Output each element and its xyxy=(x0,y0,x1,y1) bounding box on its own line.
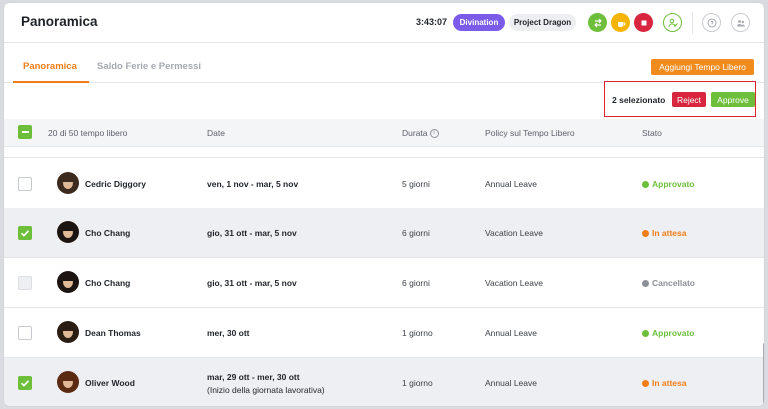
status-icon xyxy=(642,181,649,188)
avatar-hair xyxy=(60,222,76,231)
row-dates: gio, 31 ott - mar, 5 nov xyxy=(207,228,297,238)
employee-name[interactable]: Dean Thomas xyxy=(85,328,141,338)
row-policy: Vacation Leave xyxy=(485,228,543,238)
status-badge: Approvato xyxy=(642,179,695,189)
status-badge: In attesa xyxy=(642,378,687,388)
row-dates: ven, 1 nov - mar, 5 nov xyxy=(207,179,299,189)
avatar-hair xyxy=(60,272,76,281)
status-label: In attesa xyxy=(652,228,687,238)
project-pill[interactable]: Project Dragon xyxy=(509,14,576,31)
avatar xyxy=(57,221,79,243)
status-icon xyxy=(642,230,649,237)
employee-name[interactable]: Cho Chang xyxy=(85,278,130,288)
status-label: Approvato xyxy=(652,328,695,338)
bulk-action-bar: 2 selezionato Reject Approve xyxy=(604,81,756,117)
row-durata: 1 giorno xyxy=(402,328,433,338)
row-policy: Annual Leave xyxy=(485,179,537,189)
page-title: Panoramica xyxy=(21,14,98,29)
durata-header-label: Durata xyxy=(402,128,428,138)
row-policy: Annual Leave xyxy=(485,328,537,338)
add-time-off-button[interactable]: Aggiungi Tempo Libero xyxy=(651,59,754,75)
row-durata: 6 giorni xyxy=(402,228,430,238)
row-durata: 1 giorno xyxy=(402,378,433,388)
row-dates-note: (Inizio della giornata lavorativa) xyxy=(207,385,325,395)
avatar xyxy=(57,172,79,194)
employee-name[interactable]: Oliver Wood xyxy=(85,378,135,388)
avatar xyxy=(57,271,79,293)
status-badge: Approvato xyxy=(642,328,695,338)
avatar-hair xyxy=(60,173,76,182)
table-spacer xyxy=(4,148,764,158)
tab-panoramica[interactable]: Panoramica xyxy=(23,61,77,72)
date-header[interactable]: Date xyxy=(207,128,225,138)
row-checkbox[interactable] xyxy=(18,177,32,191)
status-badge: Cancellato xyxy=(642,278,695,288)
table-row[interactable]: Cho Chang gio, 31 ott - mar, 5 nov 6 gio… xyxy=(4,258,764,308)
help-icon[interactable] xyxy=(702,13,721,32)
row-dates: mer, 30 ott xyxy=(207,328,250,338)
status-icon xyxy=(642,280,649,287)
approve-button[interactable]: Approve xyxy=(711,92,755,107)
row-checkbox[interactable] xyxy=(18,376,32,390)
select-all-checkbox[interactable] xyxy=(18,125,32,139)
avatar-hair xyxy=(60,322,76,331)
selection-count: 2 selezionato xyxy=(612,95,666,105)
coffee-icon[interactable] xyxy=(611,13,630,32)
swap-icon[interactable] xyxy=(588,13,607,32)
employee-name[interactable]: Cedric Diggory xyxy=(85,179,146,189)
team-icon[interactable] xyxy=(731,13,750,32)
tab-saldo-ferie[interactable]: Saldo Ferie e Permessi xyxy=(97,61,201,72)
tab-bar: Panoramica Saldo Ferie e Permessi Aggiun… xyxy=(4,43,764,83)
row-durata: 5 giorni xyxy=(402,179,430,189)
status-label: Cancellato xyxy=(652,278,695,288)
employee-name[interactable]: Cho Chang xyxy=(85,228,130,238)
row-policy: Vacation Leave xyxy=(485,278,543,288)
activity-pill[interactable]: Divination xyxy=(453,14,505,31)
row-durata: 6 giorni xyxy=(402,278,430,288)
info-icon[interactable]: i xyxy=(429,129,439,139)
status-icon xyxy=(642,330,649,337)
status-label: Approvato xyxy=(652,179,695,189)
table-header: 20 di 50 tempo libero Date Durata i Polic… xyxy=(4,119,764,147)
user-check-icon[interactable] xyxy=(663,13,682,32)
status-badge: In attesa xyxy=(642,228,687,238)
app-window: Panoramica 3:43:07 Divination Project Dr… xyxy=(3,2,765,407)
table-row[interactable]: Cho Chang gio, 31 ott - mar, 5 nov 6 gio… xyxy=(4,208,764,258)
row-policy: Annual Leave xyxy=(485,378,537,388)
durata-header[interactable]: Durata i xyxy=(402,128,439,139)
policy-header[interactable]: Policy sul Tempo Libero xyxy=(485,128,575,138)
count-header: 20 di 50 tempo libero xyxy=(48,128,128,138)
status-label: In attesa xyxy=(652,378,687,388)
stop-icon[interactable] xyxy=(634,13,653,32)
row-checkbox[interactable] xyxy=(18,226,32,240)
avatar xyxy=(57,321,79,343)
stato-header[interactable]: Stato xyxy=(642,128,662,138)
avatar xyxy=(57,371,79,393)
avatar-hair xyxy=(60,372,76,381)
active-tab-indicator xyxy=(13,81,89,83)
row-checkbox xyxy=(18,276,32,290)
table-row[interactable]: Dean Thomas mer, 30 ott 1 giorno Annual … xyxy=(4,308,764,358)
timer: 3:43:07 xyxy=(416,17,448,27)
status-icon xyxy=(642,380,649,387)
row-dates: gio, 31 ott - mar, 5 nov xyxy=(207,278,297,288)
top-bar: Panoramica 3:43:07 Divination Project Dr… xyxy=(4,3,764,43)
divider xyxy=(692,12,693,34)
reject-button[interactable]: Reject xyxy=(672,92,706,107)
table-row[interactable]: Oliver Wood mar, 29 ott - mer, 30 ott (I… xyxy=(4,358,764,406)
scrollbar[interactable] xyxy=(763,343,764,406)
row-dates: mar, 29 ott - mer, 30 ott xyxy=(207,372,300,382)
row-checkbox[interactable] xyxy=(18,326,32,340)
table-row[interactable]: Cedric Diggory ven, 1 nov - mar, 5 nov 5… xyxy=(4,159,764,209)
